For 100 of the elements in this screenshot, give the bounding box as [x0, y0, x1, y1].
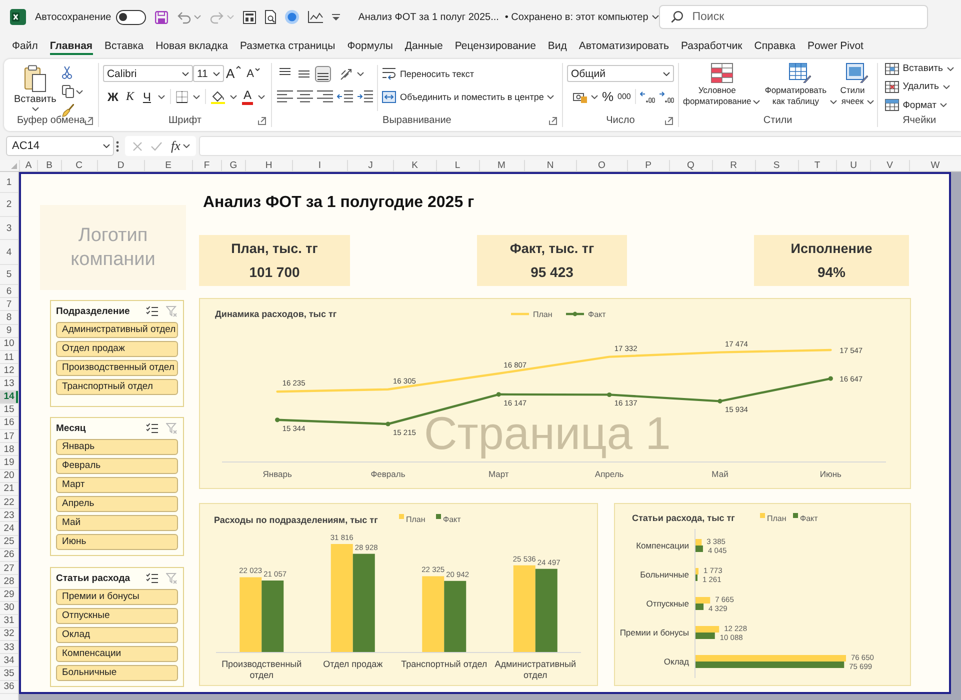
- slicer-item[interactable]: Оклад: [56, 627, 178, 643]
- row-header[interactable]: 17: [0, 430, 18, 444]
- save-icon[interactable]: [155, 10, 168, 24]
- underline-button[interactable]: Ч: [140, 90, 153, 104]
- row-header[interactable]: 1: [0, 172, 18, 193]
- row-header[interactable]: 3: [0, 217, 18, 240]
- caret-icon[interactable]: [546, 94, 554, 98]
- column-header[interactable]: A: [19, 160, 37, 171]
- row-header[interactable]: 6: [0, 285, 18, 298]
- ribbon-tab[interactable]: Разметка страницы: [234, 34, 342, 58]
- row-header[interactable]: 24: [0, 522, 18, 536]
- column-header[interactable]: O: [576, 160, 626, 171]
- slicer-item[interactable]: Отдел продаж: [56, 341, 178, 357]
- wrap-text-button[interactable]: Переносить текст: [382, 67, 474, 80]
- font-color-button[interactable]: A: [242, 88, 253, 104]
- form-icon[interactable]: [243, 10, 256, 24]
- delete-cells-icon[interactable]: [884, 80, 899, 93]
- grow-font-button[interactable]: A: [226, 66, 241, 81]
- row-header[interactable]: 30: [0, 602, 18, 615]
- caret-icon[interactable]: [183, 144, 190, 148]
- column-header[interactable]: B: [37, 160, 60, 171]
- format-cells-icon[interactable]: [884, 99, 899, 112]
- wrap-text-icon[interactable]: [382, 67, 396, 80]
- row-header[interactable]: 2: [0, 193, 18, 217]
- ribbon-tab[interactable]: Рецензирование: [448, 34, 542, 58]
- row-header[interactable]: 26: [0, 548, 18, 562]
- caret-icon[interactable]: [590, 94, 598, 98]
- customize-toolbar-icon[interactable]: [332, 14, 340, 20]
- cell-styles-button[interactable]: Стили ячеек: [840, 63, 874, 113]
- slicer-item[interactable]: Январь: [56, 439, 178, 455]
- caret-icon[interactable]: [942, 84, 950, 89]
- caret-icon[interactable]: [230, 94, 237, 98]
- format-cells-button[interactable]: Формат: [884, 98, 957, 113]
- column-header[interactable]: G: [221, 160, 245, 171]
- row-header[interactable]: 15: [0, 404, 18, 417]
- caret-icon[interactable]: [182, 72, 189, 76]
- more-options-icon[interactable]: [116, 140, 119, 152]
- column-header[interactable]: R: [712, 160, 754, 171]
- slicer-item[interactable]: Март: [56, 477, 178, 493]
- text-orientation-icon[interactable]: [340, 67, 354, 80]
- multi-select-icon[interactable]: [146, 306, 158, 316]
- caret-icon[interactable]: [192, 94, 200, 98]
- row-header[interactable]: 20: [0, 470, 18, 483]
- row-header[interactable]: 29: [0, 588, 18, 602]
- caret-down-icon[interactable]: [254, 68, 260, 70]
- caret-icon[interactable]: [940, 103, 948, 108]
- row-header[interactable]: 34: [0, 654, 18, 668]
- autosave-toggle[interactable]: [116, 10, 146, 24]
- borders-icon[interactable]: [176, 90, 188, 102]
- ribbon-tab[interactable]: Новая вкладка: [150, 34, 234, 58]
- thousands-separator-button[interactable]: 000: [618, 92, 631, 101]
- column-header[interactable]: C: [60, 160, 96, 171]
- name-box[interactable]: AC14: [6, 136, 114, 156]
- ribbon-tab[interactable]: Вставка: [98, 34, 150, 58]
- column-header[interactable]: I: [292, 160, 347, 171]
- row-header[interactable]: 8: [0, 311, 18, 325]
- column-header[interactable]: E: [144, 160, 192, 171]
- caret-icon[interactable]: [158, 94, 165, 98]
- row-header[interactable]: 23: [0, 509, 18, 522]
- row-header[interactable]: 9: [0, 324, 18, 338]
- dialog-launcher-icon[interactable]: [548, 116, 557, 124]
- column-header[interactable]: K: [393, 160, 436, 171]
- caret-icon[interactable]: [212, 72, 220, 76]
- row-header[interactable]: 10: [0, 338, 18, 351]
- ribbon-tab[interactable]: Вид: [542, 34, 573, 58]
- caret-icon[interactable]: [946, 66, 954, 71]
- column-header[interactable]: S: [754, 160, 798, 171]
- caret-icon[interactable]: [753, 100, 760, 104]
- caret-up-icon[interactable]: [236, 66, 241, 69]
- italic-button[interactable]: К: [124, 89, 136, 104]
- column-header[interactable]: M: [478, 160, 524, 171]
- cut-icon[interactable]: [62, 66, 72, 79]
- ribbon-tab[interactable]: Автоматизировать: [572, 34, 676, 58]
- merge-cells-icon[interactable]: [382, 90, 396, 102]
- caret-icon[interactable]: [652, 15, 660, 19]
- conditional-formatting-button[interactable]: Условное форматирование: [682, 63, 760, 113]
- caret-icon[interactable]: [830, 100, 838, 104]
- row-header[interactable]: 11: [0, 350, 18, 364]
- slicer-item[interactable]: Производственный отдел: [56, 360, 178, 376]
- slicer-item[interactable]: Отпускные: [56, 608, 178, 624]
- slicer-item[interactable]: Премии и бонусы: [56, 589, 178, 605]
- column-header[interactable]: L: [436, 160, 478, 171]
- multi-select-icon[interactable]: [146, 423, 158, 433]
- row-header[interactable]: 19: [0, 456, 18, 470]
- ribbon-tab[interactable]: Power Pivot: [801, 34, 870, 58]
- insert-function-button[interactable]: fx: [171, 138, 180, 154]
- align-center-icon[interactable]: [296, 90, 313, 103]
- increase-indent-icon[interactable]: [356, 90, 373, 103]
- ribbon-tab[interactable]: Главная: [44, 34, 99, 58]
- insert-cells-icon[interactable]: [884, 62, 899, 75]
- align-bottom-icon[interactable]: [314, 66, 331, 82]
- row-header[interactable]: 31: [0, 614, 18, 628]
- row-header[interactable]: 14: [0, 390, 18, 404]
- caret-icon[interactable]: [356, 72, 364, 76]
- circle-icon[interactable]: [285, 10, 300, 24]
- font-name-field[interactable]: Calibri: [102, 65, 193, 82]
- row-header[interactable]: 36: [0, 680, 18, 694]
- multi-select-icon[interactable]: [146, 573, 158, 583]
- row-header[interactable]: 22: [0, 496, 18, 510]
- row-header[interactable]: 33: [0, 641, 18, 654]
